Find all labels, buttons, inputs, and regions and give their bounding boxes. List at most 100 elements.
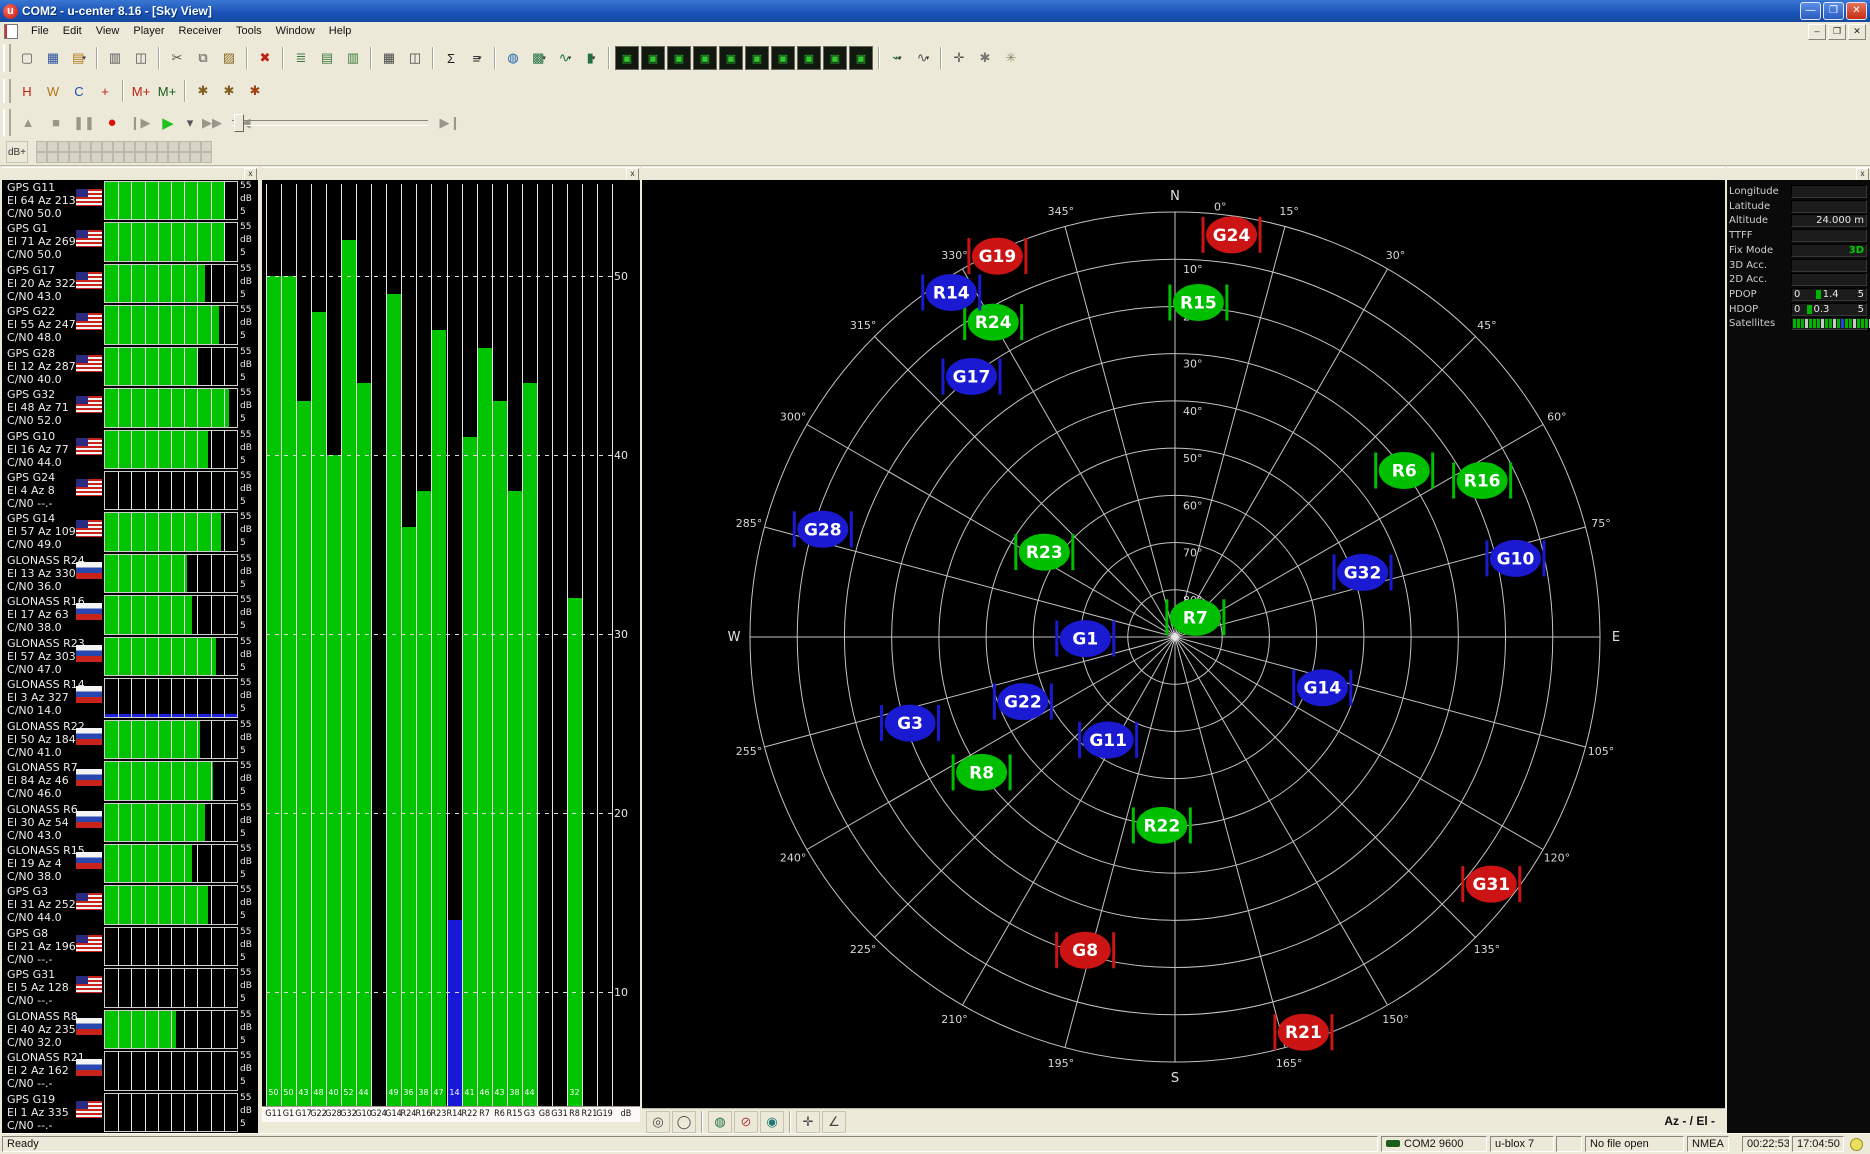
status-file[interactable]: No file open bbox=[1585, 1136, 1684, 1152]
playback-slider-thumb[interactable] bbox=[234, 114, 244, 132]
crosshair-icon[interactable]: ✛ bbox=[947, 46, 971, 70]
status-blank bbox=[1556, 1136, 1582, 1152]
mdi-close-button[interactable]: ✕ bbox=[1848, 24, 1866, 40]
menu-window[interactable]: Window bbox=[269, 23, 322, 39]
pkg-2-icon[interactable]: ✱ bbox=[217, 79, 241, 103]
menu-edit[interactable]: Edit bbox=[56, 23, 89, 39]
mdi-restore-button[interactable]: ❐ bbox=[1828, 24, 1846, 40]
connection-icon[interactable]: ⌁▾ bbox=[885, 46, 909, 70]
compass-icon[interactable]: ✛ bbox=[796, 1111, 820, 1133]
macro-add-1-icon[interactable]: M+ bbox=[129, 79, 153, 103]
pkg-3-icon[interactable]: ✱ bbox=[243, 79, 267, 103]
polar-view-icon[interactable]: ◎ bbox=[646, 1111, 670, 1133]
macro-add-2-icon[interactable]: M+ bbox=[155, 79, 179, 103]
new-file-icon[interactable]: ▢ bbox=[15, 46, 39, 70]
svg-text:G19: G19 bbox=[979, 247, 1017, 267]
packet-console-icon[interactable]: ∿▾ bbox=[911, 46, 935, 70]
satellite-icon[interactable]: ◉ bbox=[760, 1111, 784, 1133]
info-label: HDOP bbox=[1729, 304, 1758, 315]
playback-slider[interactable] bbox=[232, 120, 428, 126]
list-view-icon[interactable]: ≡▾ bbox=[465, 46, 489, 70]
dock-6-icon[interactable]: ▣ bbox=[745, 46, 769, 70]
pkg-1-icon[interactable]: ✱ bbox=[191, 79, 215, 103]
menu-file[interactable]: File bbox=[24, 23, 56, 39]
status-utc-time: 00:22:53 bbox=[1742, 1136, 1790, 1152]
dock-7-icon[interactable]: ▣ bbox=[771, 46, 795, 70]
sigma-view-icon[interactable]: Σ bbox=[439, 46, 463, 70]
gauge-tick bbox=[197, 1094, 198, 1131]
play-dropdown-button[interactable]: ▾ bbox=[184, 112, 196, 134]
menu-help[interactable]: Help bbox=[322, 23, 359, 39]
therm-window-icon[interactable]: + bbox=[93, 79, 117, 103]
step-button[interactable]: ❙▶ bbox=[128, 112, 152, 134]
paste-icon[interactable]: ▨ bbox=[217, 46, 241, 70]
status-receiver[interactable]: u-blox 7 bbox=[1490, 1136, 1554, 1152]
dock-10-icon[interactable]: ▣ bbox=[849, 46, 873, 70]
dock-5-icon[interactable]: ▣ bbox=[719, 46, 743, 70]
menu-tools[interactable]: Tools bbox=[229, 23, 269, 39]
db-add-icon[interactable]: dB+ bbox=[6, 141, 28, 163]
satellite-list-row: GLONASS R21El 2 Az 162C/N0 --.-55dB5 bbox=[2, 1050, 258, 1091]
discard-icon[interactable]: ✖ bbox=[253, 46, 277, 70]
record-button[interactable]: ● bbox=[100, 112, 124, 134]
dock-4-icon[interactable]: ▣ bbox=[693, 46, 717, 70]
satellite-list-row: GLONASS R15El 19 Az 4C/N0 38.055dB5 bbox=[2, 843, 258, 884]
messages-view-icon[interactable]: ▥ bbox=[341, 46, 365, 70]
az-el-grid-icon[interactable]: ∠ bbox=[822, 1111, 846, 1133]
dock-9-icon[interactable]: ▣ bbox=[823, 46, 847, 70]
world-map-icon[interactable]: ◍ bbox=[708, 1111, 732, 1133]
column-view-icon[interactable]: ◫ bbox=[403, 46, 427, 70]
toolbar-grip[interactable] bbox=[3, 109, 11, 135]
dock-8-icon[interactable]: ▣ bbox=[797, 46, 821, 70]
cut-icon[interactable]: ✂ bbox=[165, 46, 189, 70]
fast-forward-button[interactable]: ▶▶ bbox=[200, 112, 224, 134]
play-button[interactable]: ▶ bbox=[156, 112, 180, 134]
menu-view[interactable]: View bbox=[89, 23, 127, 39]
therm-cold-icon[interactable]: C bbox=[67, 79, 91, 103]
bar-value-label: 46 bbox=[477, 1088, 492, 1097]
player-toolbar: ▲■❚❚●❙▶▶▾▶▶❙◀ ▶❙ bbox=[0, 106, 1870, 140]
restore-button[interactable]: ❐ bbox=[1823, 2, 1844, 20]
cn0-mini-gauge bbox=[104, 430, 238, 469]
print-icon[interactable]: ▥ bbox=[103, 46, 127, 70]
menu-receiver[interactable]: Receiver bbox=[172, 23, 229, 39]
status-com-port[interactable]: COM2 9600 bbox=[1381, 1136, 1487, 1152]
gear-icon[interactable]: ✱ bbox=[973, 46, 997, 70]
therm-hot-icon[interactable]: H bbox=[15, 79, 39, 103]
gauge-scale-labels: 55dB5 bbox=[240, 263, 252, 302]
dock-2-icon[interactable]: ▣ bbox=[641, 46, 665, 70]
ellipse-view-icon[interactable]: ◯ bbox=[672, 1111, 696, 1133]
message-slot bbox=[58, 141, 69, 152]
histogram-view-icon[interactable]: ▮▾ bbox=[579, 46, 603, 70]
binary-console-icon[interactable]: ▤ bbox=[315, 46, 339, 70]
copy-icon[interactable]: ⧉ bbox=[191, 46, 215, 70]
print-preview-icon[interactable]: ◫ bbox=[129, 46, 153, 70]
menu-player[interactable]: Player bbox=[126, 23, 171, 39]
therm-warm-icon[interactable]: W bbox=[41, 79, 65, 103]
save-icon[interactable]: ▦ bbox=[41, 46, 65, 70]
preferences-icon[interactable]: ✳ bbox=[999, 46, 1023, 70]
dock-1-icon[interactable]: ▣ bbox=[615, 46, 639, 70]
gauge-tick bbox=[131, 1052, 132, 1089]
info-label: 3D Acc. bbox=[1729, 260, 1767, 271]
mdi-minimize-button[interactable]: – bbox=[1808, 24, 1826, 40]
dock-3-icon[interactable]: ▣ bbox=[667, 46, 691, 70]
table-view-icon[interactable]: ▦ bbox=[377, 46, 401, 70]
stop-button[interactable]: ■ bbox=[44, 112, 68, 134]
to-end-button[interactable]: ▶❙ bbox=[438, 112, 462, 134]
pause-button[interactable]: ❚❚ bbox=[72, 112, 96, 134]
chart-pane-footer bbox=[262, 1122, 640, 1133]
gauge-tick bbox=[197, 306, 198, 343]
google-earth-icon[interactable]: ◍ bbox=[501, 46, 525, 70]
sky-map-icon[interactable]: ⊘ bbox=[734, 1111, 758, 1133]
gauge-tick bbox=[184, 513, 185, 550]
text-console-icon[interactable]: ≣ bbox=[289, 46, 313, 70]
eject-button[interactable]: ▲ bbox=[16, 112, 40, 134]
open-icon[interactable]: ▤▾ bbox=[67, 46, 91, 70]
map-view-icon[interactable]: ▩▾ bbox=[527, 46, 551, 70]
status-protocol[interactable]: NMEA bbox=[1687, 1136, 1729, 1152]
cardinal-label: W bbox=[728, 630, 741, 645]
chart-view-icon[interactable]: ∿▾ bbox=[553, 46, 577, 70]
close-button[interactable]: ✕ bbox=[1846, 2, 1867, 20]
minimize-button[interactable]: — bbox=[1800, 2, 1821, 20]
